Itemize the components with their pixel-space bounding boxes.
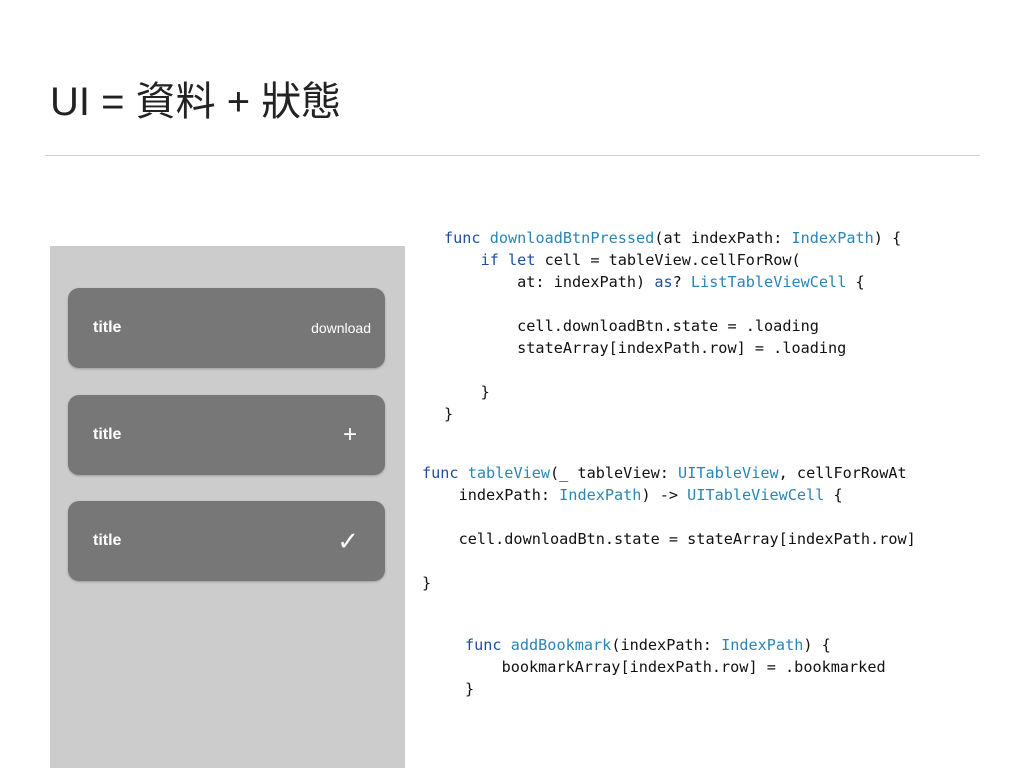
cell-title: title (93, 532, 122, 549)
code-block-add-bookmark: func addBookmark(indexPath: IndexPath) {… (465, 636, 886, 698)
table-view-mockup: title download title + title ✓ (50, 246, 405, 768)
table-cell[interactable]: title + (68, 395, 385, 475)
table-cell[interactable]: title ✓ (68, 501, 385, 581)
title-divider (45, 155, 980, 156)
code-block-cell-for-row: func tableView(_ tableView: UITableView,… (422, 464, 916, 592)
table-cell[interactable]: title download (68, 288, 385, 368)
slide-title: UI = 資料 + 狀態 (50, 80, 342, 124)
download-button[interactable]: download (311, 321, 371, 335)
cell-title: title (93, 319, 122, 336)
bookmark-add-button[interactable]: + (343, 423, 357, 447)
checkmark-icon[interactable]: ✓ (337, 528, 359, 554)
code-block-download-pressed: func downloadBtnPressed(at indexPath: In… (444, 229, 902, 423)
cell-title: title (93, 426, 122, 443)
